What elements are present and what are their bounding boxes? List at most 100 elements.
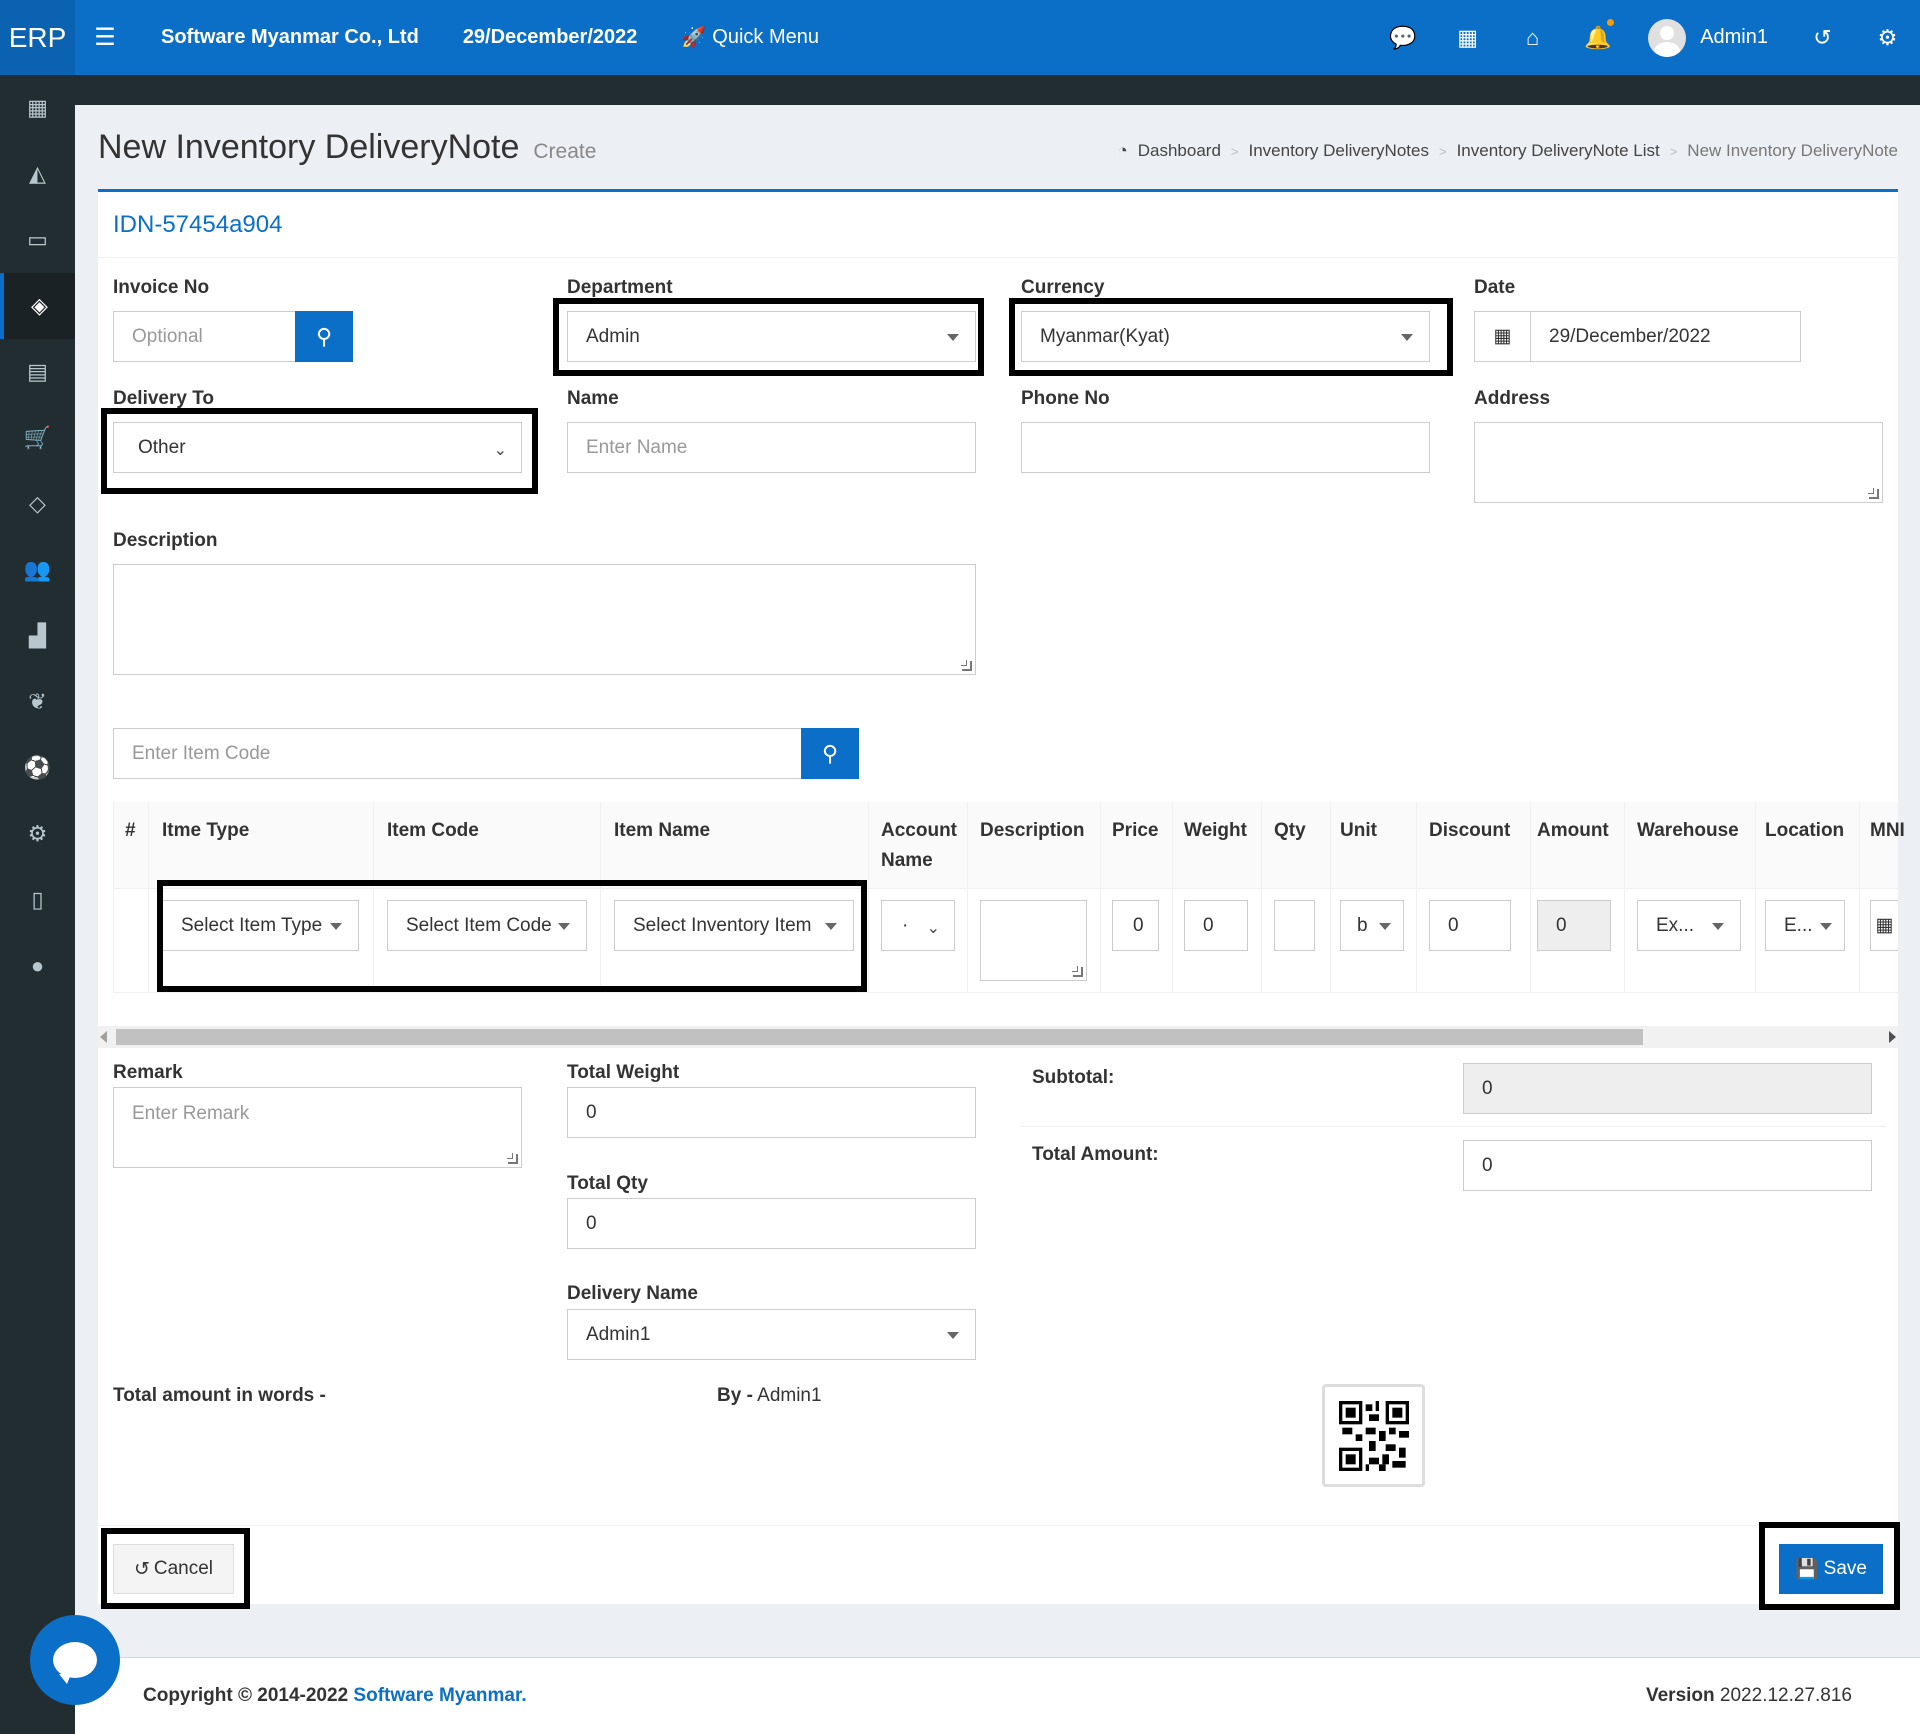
price-input[interactable]: 0 — [1112, 900, 1159, 951]
account-select[interactable]: · ⌄ — [881, 900, 955, 951]
building-icon[interactable]: ▦ — [1435, 25, 1500, 51]
warehouse-select[interactable]: Ex... — [1637, 900, 1741, 951]
version-number: 2022.12.27.816 — [1719, 1685, 1852, 1706]
nav-date: 29/December/2022 — [462, 26, 638, 48]
department-select[interactable]: Admin — [567, 311, 976, 362]
quick-menu-button[interactable]: 🚀 Quick Menu — [681, 25, 819, 50]
industry-icon[interactable]: ▟ — [0, 603, 75, 669]
row-description-textarea[interactable] — [980, 900, 1087, 981]
item-code-input[interactable]: Enter Item Code — [113, 728, 802, 779]
qty-input[interactable] — [1274, 900, 1315, 951]
resize-handle[interactable] — [1868, 488, 1879, 499]
unit-select[interactable]: b — [1340, 900, 1404, 951]
wechat-icon[interactable]: 💬 — [1370, 25, 1435, 51]
date-label: Date — [1474, 277, 1516, 298]
diamond-icon[interactable]: ◇ — [0, 471, 75, 537]
page-footer: Copyright © 2014-2022 Software Myanmar. … — [75, 1657, 1920, 1734]
bell-icon[interactable]: 🔔 — [1565, 18, 1630, 51]
rocket-icon: 🚀 — [681, 27, 707, 49]
remark-label: Remark — [113, 1062, 183, 1083]
remark-textarea[interactable]: Enter Remark — [113, 1087, 522, 1168]
subtotal-input: 0 — [1463, 1063, 1872, 1114]
department-label: Department — [567, 277, 673, 298]
col-item-code: Item Code — [387, 820, 479, 841]
weight-input[interactable]: 0 — [1184, 900, 1248, 951]
col-description: Description — [980, 820, 1085, 841]
page-title-text: New Inventory DeliveryNote — [98, 128, 520, 166]
col-item-name: Item Name — [614, 820, 711, 841]
notification-dot — [1607, 18, 1615, 26]
delivery-name-label: Delivery Name — [567, 1283, 698, 1304]
col-account-name: Account Name — [881, 820, 957, 871]
breadcrumb-dashboard[interactable]: Dashboard — [1138, 141, 1221, 161]
soccer-icon[interactable]: ⚽ — [0, 735, 75, 801]
cancel-button[interactable]: ↺ Cancel — [113, 1544, 234, 1594]
scroll-right-arrow[interactable] — [1889, 1031, 1896, 1043]
currency-select[interactable]: Myanmar(Kyat) — [1021, 311, 1430, 362]
caret-down-icon — [1379, 922, 1391, 930]
resize-handle[interactable] — [961, 660, 972, 671]
total-amount-input[interactable]: 0 — [1463, 1140, 1872, 1191]
name-input[interactable]: Enter Name — [567, 422, 976, 473]
cube-icon[interactable]: ◈ — [0, 273, 75, 339]
area-chart-icon[interactable]: ◭ — [0, 141, 75, 207]
total-weight-input[interactable]: 0 — [567, 1087, 976, 1138]
col-mni: MNI — [1870, 820, 1905, 841]
header-strip — [75, 75, 1920, 105]
location-select[interactable]: E... — [1765, 900, 1845, 951]
total-amount-label: Total Amount: — [1032, 1144, 1159, 1165]
resize-handle[interactable] — [507, 1153, 518, 1164]
cart-icon[interactable]: 🛒 — [0, 405, 75, 471]
delivery-name-select[interactable]: Admin1 — [567, 1309, 976, 1360]
chat-widget-button[interactable] — [30, 1615, 120, 1705]
by-line: By - Admin1 — [717, 1385, 822, 1407]
menu-toggle-icon[interactable]: ☰ — [75, 23, 135, 52]
user-name: Admin1 — [1700, 26, 1768, 48]
discount-input[interactable]: 0 — [1429, 900, 1511, 951]
invoice-search-button[interactable]: ⚲ — [295, 311, 353, 362]
item-code-search-button[interactable]: ⚲ — [801, 728, 859, 779]
gear-icon[interactable]: ⚙ — [1855, 25, 1920, 51]
table-scrollbar[interactable] — [98, 1026, 1898, 1048]
app-logo[interactable]: ERP — [0, 0, 75, 75]
mni-calendar-icon[interactable]: ▦ — [1870, 900, 1898, 951]
history-icon[interactable]: ↺ — [1790, 25, 1855, 51]
item-type-select[interactable]: Select Item Type — [162, 900, 359, 951]
credit-card-icon[interactable]: ▭ — [0, 207, 75, 273]
form-box: IDN-57454a904 Invoice No Optional ⚲ Depa… — [98, 189, 1905, 1610]
item-name-select[interactable]: Select Inventory Item — [614, 900, 854, 951]
home-icon[interactable]: ⌂ — [1500, 25, 1565, 51]
save-label: Save — [1823, 1558, 1867, 1579]
company-name[interactable]: Software Myanmar Co., Ltd — [161, 26, 419, 49]
description-textarea[interactable] — [113, 564, 976, 675]
col-unit: Unit — [1340, 820, 1377, 841]
caret-down-icon — [1401, 333, 1413, 341]
col-warehouse: Warehouse — [1637, 820, 1739, 841]
leaf-icon[interactable]: ❦ — [0, 669, 75, 735]
caret-down-icon — [1820, 922, 1832, 930]
address-textarea[interactable] — [1474, 422, 1883, 503]
invoice-input[interactable]: Optional — [113, 311, 296, 362]
date-input[interactable]: 29/December/2022 — [1530, 311, 1801, 362]
save-button[interactable]: 💾 Save — [1779, 1544, 1883, 1594]
delivery-to-select[interactable]: Other ⌄ — [113, 422, 522, 473]
total-qty-input[interactable]: 0 — [567, 1198, 976, 1249]
user-menu[interactable]: Admin1 — [1648, 18, 1768, 57]
calculator-icon[interactable]: ▦ — [0, 75, 75, 141]
breadcrumb-deliverynotes[interactable]: Inventory DeliveryNotes — [1249, 141, 1429, 161]
users-icon[interactable]: 👥 — [0, 537, 75, 603]
calendar-icon[interactable]: ▦ — [1474, 311, 1531, 362]
col-weight: Weight — [1184, 820, 1247, 841]
cogs-icon[interactable]: ⚙ — [0, 801, 75, 867]
item-code-select[interactable]: Select Item Code — [387, 900, 587, 951]
phone-input[interactable] — [1021, 422, 1430, 473]
breadcrumb-list[interactable]: Inventory DeliveryNote List — [1457, 141, 1660, 161]
scroll-left-arrow[interactable] — [100, 1031, 107, 1043]
resize-handle[interactable] — [1072, 966, 1083, 977]
clipboard-icon[interactable]: ▤ — [0, 339, 75, 405]
book-icon[interactable]: ▯ — [0, 867, 75, 933]
scroll-thumb[interactable] — [116, 1029, 1643, 1045]
comment-icon[interactable]: ● — [0, 933, 75, 999]
brand-link[interactable]: Software Myanmar. — [353, 1685, 526, 1706]
top-navbar: ERP ☰ Software Myanmar Co., Ltd 29/Decem… — [0, 0, 1920, 75]
